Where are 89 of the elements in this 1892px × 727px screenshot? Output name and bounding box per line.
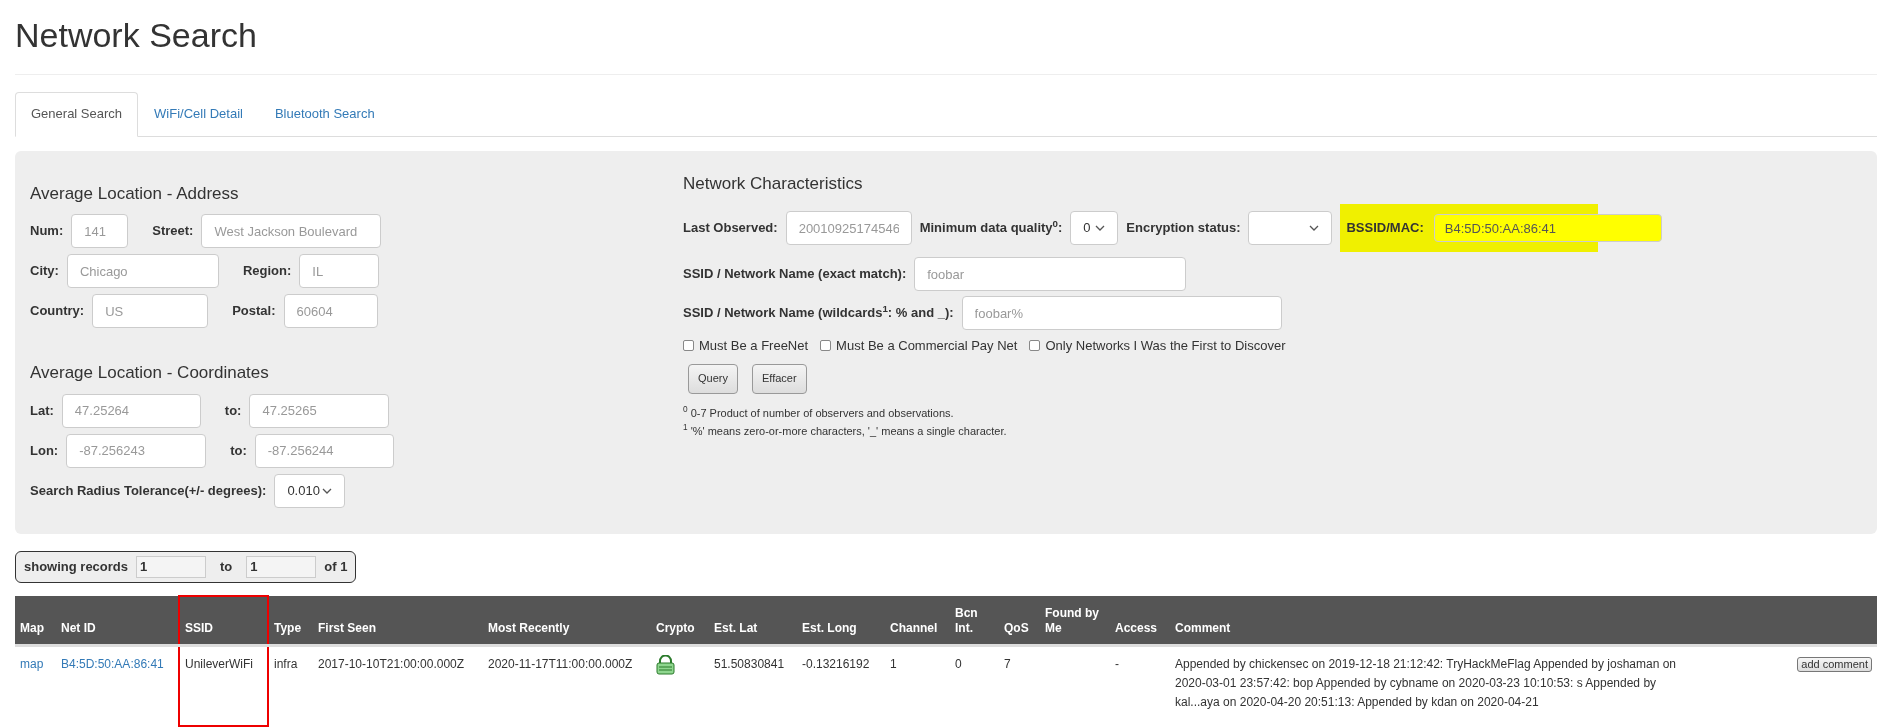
text-field[interactable]: Chicago [66, 254, 219, 288]
text-field[interactable]: foobar% [961, 296, 1282, 330]
field-label: Last Observed: [683, 219, 778, 238]
checkbox-label: Must Be a Commercial Pay Net [836, 337, 1018, 355]
records-label: showing records [24, 557, 129, 576]
table-cell: - [1115, 657, 1119, 671]
field-label: Lat: [30, 401, 54, 420]
column-header: Bcn Int. [950, 595, 999, 646]
form-button[interactable]: Effacer [751, 363, 807, 394]
checkbox-label: Must Be a FreeNet [699, 337, 809, 355]
select-field[interactable] [1248, 211, 1333, 245]
tab[interactable]: Bluetooth Search [258, 92, 391, 136]
text-field[interactable]: 1 [136, 555, 207, 578]
footnote: $^{1}$ '%' means zero-or-more characters, '_' means a single character. [683, 422, 1008, 439]
tab[interactable]: WiFi/Cell Detail [138, 92, 259, 136]
field-label: Num: [30, 222, 64, 241]
text-field[interactable]: -87.256244 [254, 433, 394, 468]
tab[interactable]: General Search [15, 92, 139, 137]
checkbox[interactable] [1029, 340, 1041, 352]
field-label: Search Radius Tolerance(+/- degrees): [30, 481, 267, 500]
text-field[interactable]: 20010925174546 [785, 211, 912, 245]
table-link[interactable]: B4:5D:50:AA:86:41 [61, 657, 164, 671]
text-field[interactable]: 1 [246, 555, 317, 578]
text-field[interactable]: US [92, 294, 209, 328]
field-label: Minimum data quality$^{0}$: [919, 218, 1063, 238]
column-header: Access [1110, 595, 1170, 646]
column-header: Est. Lat [709, 595, 797, 646]
text-field[interactable]: 60604 [283, 294, 378, 328]
text-field[interactable]: West Jackson Boulevard [201, 214, 382, 248]
checkbox[interactable] [820, 340, 832, 352]
field-label: to: [224, 401, 242, 420]
field-label: Street: [152, 222, 194, 241]
table-cell: -0.13216192 [802, 657, 870, 671]
column-header: QoS [999, 595, 1040, 646]
field-label: City: [30, 262, 59, 281]
column-header: Type [268, 595, 313, 646]
text-field[interactable]: 141 [71, 214, 129, 248]
section-heading: Average Location - Coordinates [30, 362, 270, 384]
field-label: Country: [30, 302, 85, 321]
section-heading: Network Characteristics [683, 172, 864, 195]
chevron-down-icon [1095, 225, 1106, 231]
table-cell: 0 [955, 657, 962, 671]
column-header: Channel [885, 595, 950, 646]
lock-icon [656, 655, 675, 675]
text-field[interactable]: B4:5D:50:AA:86:41 [1433, 214, 1662, 242]
column-header: First Seen [313, 595, 483, 646]
records-label: to [219, 557, 234, 576]
table-cell: 2017-10-10T21:00:00.000Z [318, 657, 465, 671]
field-label: Region: [242, 262, 292, 281]
records-label: of 1 [324, 557, 348, 576]
column-header: Comment [1170, 595, 1690, 646]
field-label: Postal: [232, 302, 276, 321]
section-heading: Average Location - Address [30, 182, 240, 205]
column-header: Found by Me [1040, 595, 1110, 646]
form-button[interactable]: Query [688, 363, 738, 394]
add-comment-button[interactable]: add comment [1797, 657, 1872, 672]
table-cell: 7 [1004, 657, 1011, 671]
table-cell: 1 [890, 657, 897, 671]
footnote: $^{0}$ 0-7 Product of number of observers and observations. [683, 404, 955, 421]
column-header: Map [15, 595, 56, 646]
field-label: SSID / Network Name (wildcards$^{1}$: % and _): [683, 303, 954, 323]
page-title: Network Search [15, 0, 1877, 75]
table-cell: 2020-11-17T11:00:00.000Z [488, 657, 633, 671]
text-field[interactable]: 47.25265 [249, 393, 390, 428]
select-field[interactable]: 0.010 [274, 473, 346, 508]
column-header: SSID [179, 595, 268, 646]
checkbox-label: Only Networks I Was the First to Discover [1045, 337, 1286, 355]
text-field[interactable]: foobar [914, 257, 1187, 291]
table-cell: infra [274, 657, 298, 671]
column-header: Crypto [651, 595, 709, 646]
checkbox[interactable] [683, 340, 694, 352]
column-header: Est. Long [797, 595, 885, 646]
text-field[interactable]: -87.256243 [66, 433, 207, 468]
chevron-down-icon [1309, 225, 1320, 231]
chevron-down-icon [322, 487, 333, 494]
field-label: Lon: [30, 441, 59, 460]
column-header: Net ID [56, 595, 179, 646]
table-cell: 51.50830841 [714, 657, 785, 671]
column-header: Most Recently [483, 595, 651, 646]
table-link[interactable]: map [20, 657, 44, 671]
table-cell: UnileverWiFi [185, 657, 253, 671]
text-field[interactable]: 47.25264 [61, 393, 201, 428]
text-field[interactable]: IL [299, 254, 380, 288]
field-label: Encryption status: [1126, 219, 1241, 238]
select-field[interactable]: 0 [1070, 211, 1119, 245]
field-label: to: [230, 441, 247, 460]
table-cell: Appended by chickensec on 2019-12-18 21:12:42: TryHackMeFlag Appended by joshaman on 2020-03-01 23:57:42: bop Appended by cybname on 2020-03-23 10:10:53: s Appended by kal...aya on 2020-04-20 20:51:13: Appended by kdan on 2020-04-21 [1175, 657, 1676, 709]
field-label: SSID / Network Name (exact match): [683, 265, 907, 284]
field-label: BSSID/MAC: [1346, 219, 1424, 238]
